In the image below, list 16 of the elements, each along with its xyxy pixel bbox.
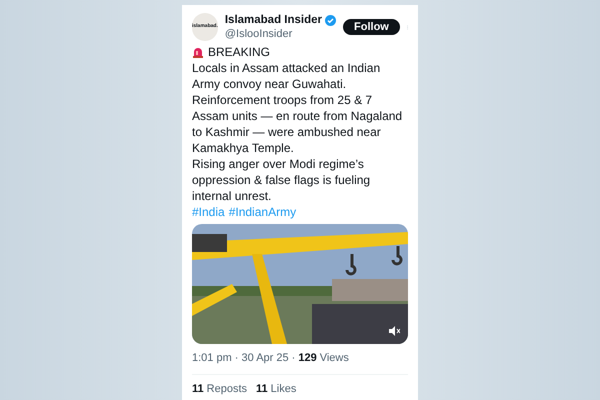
stat-count: 11	[192, 382, 204, 396]
mute-icon[interactable]	[388, 325, 400, 337]
stat-count: 11	[256, 382, 268, 396]
post-heading: BREAKING	[208, 44, 270, 60]
stat-label[interactable]: Reposts	[206, 380, 247, 397]
stat-label[interactable]: Likes	[270, 380, 296, 397]
post-timestamp[interactable]: 1:01 pm · 30 Apr 25 ·	[192, 350, 296, 366]
views-count: 129	[298, 351, 317, 366]
follow-button[interactable]: Follow	[343, 19, 400, 35]
post-text: Rising anger over Modi regime’s oppression & false flags is fueling internal unrest.	[192, 156, 372, 204]
views-label: Views	[320, 351, 349, 366]
post-text: Locals in Assam attacked an Indian Army convoy near Guwahati.	[192, 60, 382, 92]
post-text: Reinforcement troops from 25 & 7 Assam units — en route from Nagaland to Kashmir — were ambushed near Kamakhya Temple.	[192, 92, 404, 156]
siren-icon	[192, 46, 204, 58]
account-handle: @IslooInsider	[224, 27, 294, 41]
account-name[interactable]: Islamabad Insider	[224, 13, 322, 27]
